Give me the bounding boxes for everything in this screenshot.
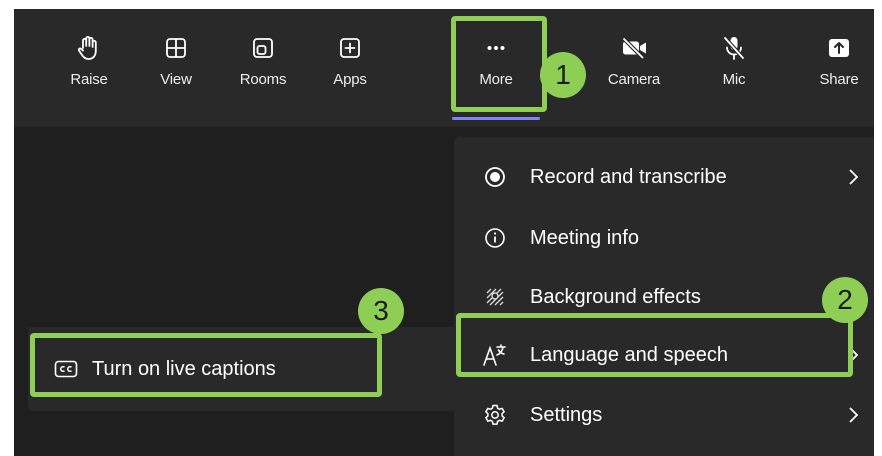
more-ellipsis-icon	[487, 46, 505, 50]
share-button[interactable]: Share	[804, 23, 874, 117]
menu-item-settings[interactable]: Settings	[454, 387, 874, 443]
background-effects-icon	[482, 284, 508, 310]
info-icon	[482, 225, 508, 251]
view-label: View	[160, 71, 192, 88]
view-layout-icon	[166, 38, 186, 58]
menu-item-meeting-info[interactable]: Meeting info	[454, 210, 874, 266]
teams-meeting-window: Raise View Rooms Apps More Camera Mic Sh…	[14, 9, 874, 456]
menu-item-background-effects[interactable]: Background effects	[454, 269, 874, 325]
mic-off-icon	[723, 36, 745, 60]
menu-item-record-transcribe[interactable]: Record and transcribe	[454, 149, 874, 205]
camera-label: Camera	[607, 71, 661, 88]
settings-label: Settings	[530, 403, 603, 426]
language-speech-submenu: Turn on live captions	[28, 327, 458, 411]
menu-item-language-speech[interactable]: Language and speech	[454, 327, 874, 383]
callout-badge-2: 2	[822, 277, 868, 323]
record-transcribe-label: Record and transcribe	[530, 165, 727, 188]
apps-button[interactable]: Apps	[315, 23, 385, 117]
apps-label: Apps	[333, 71, 367, 88]
rooms-button[interactable]: Rooms	[228, 23, 298, 117]
closed-captions-icon	[54, 360, 78, 378]
share-tray-icon	[829, 39, 849, 57]
more-label: More	[479, 71, 513, 88]
language-speech-label: Language and speech	[530, 343, 728, 366]
mic-label: Mic	[722, 71, 746, 88]
turn-on-live-captions-item[interactable]: Turn on live captions	[28, 327, 458, 411]
settings-gear-icon	[482, 402, 508, 428]
callout-badge-1: 1	[540, 52, 586, 98]
active-tab-indicator	[452, 117, 540, 120]
background-effects-label: Background effects	[530, 285, 701, 308]
more-button[interactable]: More	[461, 23, 531, 117]
callout-badge-3: 3	[358, 288, 404, 334]
breakout-rooms-icon	[253, 38, 273, 58]
record-icon	[482, 164, 508, 190]
apps-add-icon	[340, 38, 360, 58]
view-button[interactable]: View	[141, 23, 211, 117]
mic-button[interactable]: Mic	[699, 23, 769, 117]
chevron-right-icon	[849, 347, 859, 363]
meeting-info-label: Meeting info	[530, 226, 639, 249]
rooms-label: Rooms	[239, 71, 287, 88]
camera-off-icon	[622, 37, 646, 60]
raise-hand-label: Raise	[70, 71, 108, 88]
meeting-toolbar: Raise View Rooms Apps More Camera Mic Sh…	[14, 9, 874, 127]
chevron-right-icon	[849, 407, 859, 423]
chevron-right-icon	[849, 169, 859, 185]
raise-hand-icon	[77, 36, 97, 60]
more-actions-menu: Record and transcribe Meeting info Backg…	[454, 137, 874, 456]
share-label: Share	[819, 71, 859, 88]
camera-button[interactable]: Camera	[599, 23, 669, 117]
live-captions-label: Turn on live captions	[92, 357, 276, 380]
raise-hand-button[interactable]: Raise	[54, 23, 124, 117]
language-speech-icon	[482, 342, 508, 368]
